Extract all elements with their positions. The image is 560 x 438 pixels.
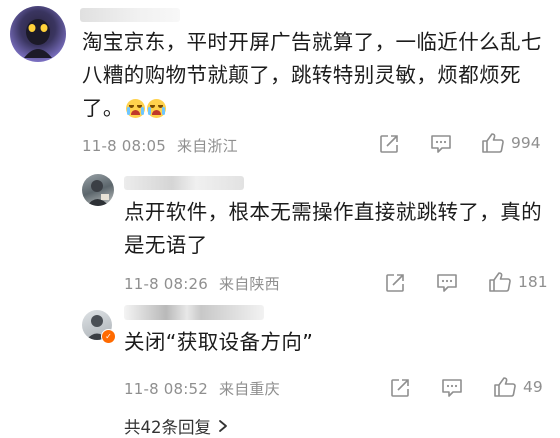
reply-time: 11-8 08:52	[124, 380, 209, 398]
reply-meta: 11-8 08:26 来自陕西	[124, 273, 280, 294]
main-comment-line-3-text: 了。	[82, 96, 124, 120]
reply-text: 关闭“获取设备方向”	[124, 326, 554, 359]
comment-icon	[442, 379, 462, 397]
reply-meta: 11-8 08:52 来自重庆	[124, 378, 280, 399]
like-button[interactable]: 49	[493, 376, 543, 398]
comment-button[interactable]	[441, 378, 463, 398]
username-blurred[interactable]	[124, 305, 264, 320]
share-button[interactable]	[378, 133, 400, 155]
like-count: 49	[523, 378, 543, 396]
reply-2-line-1: 关闭“获取设备方向”	[124, 330, 314, 354]
share-button[interactable]	[384, 272, 406, 294]
main-comment-line-1: 淘宝京东，平时开屏广告就算了，一临近什么乱七	[82, 30, 542, 54]
thumbs-up-icon	[482, 133, 504, 153]
verified-badge-icon: ✓	[101, 329, 116, 344]
username-blurred[interactable]	[124, 176, 244, 190]
share-icon	[386, 274, 404, 292]
share-button[interactable]	[389, 377, 411, 399]
comment-button[interactable]	[430, 134, 452, 154]
like-button[interactable]: 994	[481, 132, 541, 154]
main-comment-meta: 11-8 08:05 来自浙江	[82, 135, 238, 156]
avatar[interactable]	[10, 6, 66, 62]
reply-location: 来自陕西	[219, 275, 280, 293]
more-replies-link[interactable]: 共42条回复	[124, 414, 229, 438]
reply-location: 来自重庆	[219, 380, 280, 398]
thumbs-up-icon	[489, 272, 511, 292]
comment-icon	[437, 274, 457, 292]
reply-1-line-1: 点开软件，根本无需操作直接就跳转了，真的	[124, 200, 542, 224]
like-count: 994	[511, 134, 541, 152]
comment-icon	[431, 135, 451, 153]
comment-button[interactable]	[436, 273, 458, 293]
share-icon	[391, 379, 409, 397]
reply-time: 11-8 08:26	[124, 275, 209, 293]
more-replies-label: 共42条回复	[124, 418, 211, 437]
main-comment-text: 淘宝京东，平时开屏广告就算了，一临近什么乱七 八糟的购物节就颠了，跳转特别灵敏，…	[82, 26, 552, 125]
reply-text: 点开软件，根本无需操作直接就跳转了，真的 是无语了	[124, 196, 554, 262]
crying-emoji-icon	[125, 99, 145, 118]
comment-location: 来自浙江	[177, 137, 238, 155]
crying-emoji-icon	[146, 99, 166, 118]
reply-1-line-2: 是无语了	[124, 233, 208, 257]
avatar[interactable]	[82, 174, 114, 206]
share-icon	[380, 135, 398, 153]
comment-time: 11-8 08:05	[82, 137, 167, 155]
avatar-photo-icon	[87, 180, 109, 206]
thumbs-up-icon	[494, 377, 516, 397]
main-comment-line-2: 八糟的购物节就颠了，跳转特别灵敏，烦都烦死	[82, 63, 521, 87]
username-blurred[interactable]	[80, 8, 180, 22]
like-count: 181	[518, 273, 548, 291]
avatar-figure-icon	[24, 19, 52, 58]
chevron-right-icon	[219, 420, 227, 432]
main-comment-line-3: 了。	[82, 92, 552, 125]
like-button[interactable]: 181	[488, 271, 548, 293]
